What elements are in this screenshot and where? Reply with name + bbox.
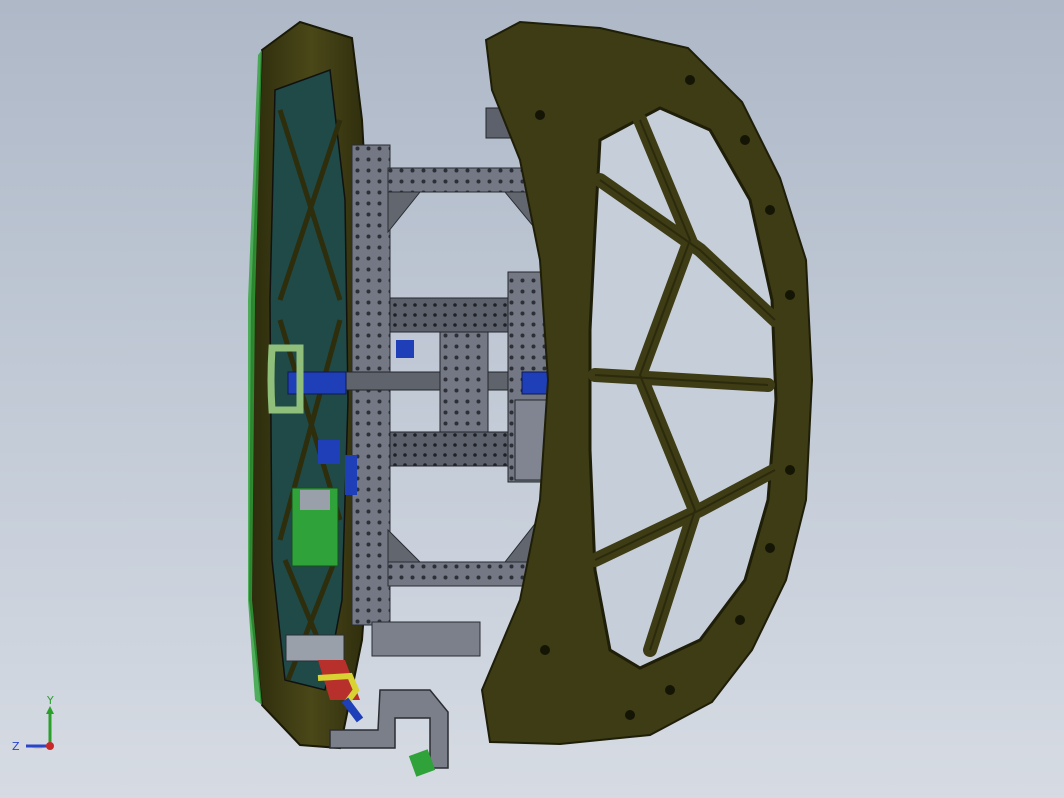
coordinate-triad: Y Z <box>12 694 54 753</box>
fixture-beam-bottom[interactable] <box>387 561 539 587</box>
fixture-beam-top[interactable] <box>387 167 539 193</box>
y-axis-label: Y <box>46 694 54 707</box>
cad-3d-viewport[interactable]: Y Z <box>0 0 1064 798</box>
cylinder-lower[interactable] <box>371 621 481 657</box>
x-axis-dot <box>46 742 54 750</box>
z-axis-label: Z <box>12 740 20 753</box>
